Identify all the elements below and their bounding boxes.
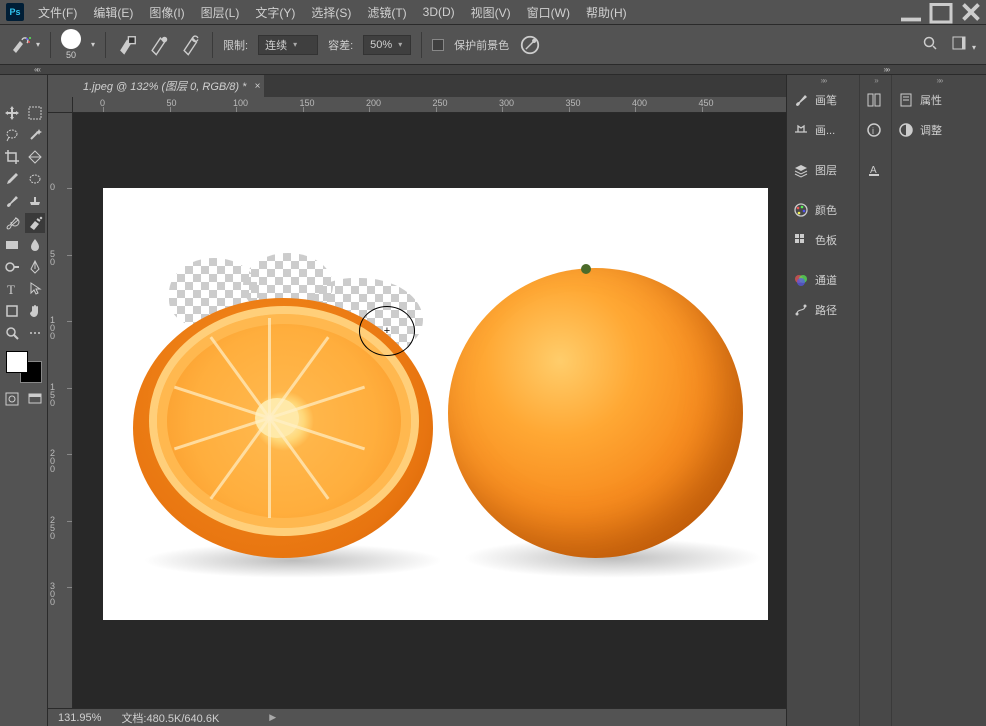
protect-foreground-checkbox[interactable] bbox=[432, 39, 444, 51]
hand-tool[interactable] bbox=[25, 301, 46, 321]
tolerance-label: 容差: bbox=[328, 37, 353, 53]
doc-size-label: 文档: bbox=[121, 713, 146, 725]
panel-color[interactable]: 颜色 bbox=[787, 195, 859, 225]
panel-swatches[interactable]: 色板 bbox=[787, 225, 859, 255]
ruler-origin[interactable] bbox=[48, 97, 73, 113]
history-brush-tool[interactable] bbox=[2, 213, 23, 233]
menu-i[interactable]: 图像(I) bbox=[141, 0, 192, 25]
window-maximize-button[interactable] bbox=[926, 0, 956, 25]
document-tab-bar: 1.jpeg @ 132% (图层 0, RGB/8) * × bbox=[73, 75, 786, 97]
panel-character[interactable]: A bbox=[860, 155, 891, 185]
airbrush-icon[interactable] bbox=[180, 34, 202, 56]
limit-dropdown[interactable]: 连续▾ bbox=[258, 35, 318, 55]
menu-f[interactable]: 文件(F) bbox=[30, 0, 85, 25]
ruler-horizontal[interactable]: 050100150200250300350400450 bbox=[73, 97, 786, 113]
type-tool[interactable]: T bbox=[2, 279, 23, 299]
dodge-tool[interactable] bbox=[2, 257, 23, 277]
status-menu-icon[interactable]: ▶ bbox=[269, 712, 276, 723]
screen-mode-icon[interactable] bbox=[25, 389, 46, 409]
pen-tool[interactable] bbox=[25, 257, 46, 277]
panel-brush-presets[interactable]: 画... bbox=[787, 115, 859, 145]
menu-l[interactable]: 图层(L) bbox=[193, 0, 248, 25]
pressure-size-icon[interactable] bbox=[148, 34, 170, 56]
edit-toolbar-icon[interactable] bbox=[25, 323, 46, 343]
zoom-tool[interactable] bbox=[2, 323, 23, 343]
window-minimize-button[interactable] bbox=[896, 0, 926, 25]
image-content bbox=[448, 268, 743, 558]
blur-tool[interactable] bbox=[25, 235, 46, 255]
gradient-tool[interactable] bbox=[2, 235, 23, 255]
marquee-tool[interactable] bbox=[25, 103, 46, 123]
document-tab[interactable]: 1.jpeg @ 132% (图层 0, RGB/8) * × bbox=[73, 75, 264, 97]
close-tab-icon[interactable]: × bbox=[255, 81, 261, 92]
workspace-switcher-icon[interactable]: ▾ bbox=[952, 36, 976, 53]
shape-tool[interactable] bbox=[2, 301, 23, 321]
doc-size-value: 480.5K/640.6K bbox=[147, 713, 220, 725]
crop-tool[interactable] bbox=[2, 147, 23, 167]
tolerance-input[interactable]: 50%▾ bbox=[363, 35, 411, 55]
protect-foreground-label: 保护前景色 bbox=[454, 37, 509, 53]
foreground-color-swatch[interactable] bbox=[6, 351, 28, 373]
svg-text:i: i bbox=[872, 126, 874, 136]
brush-cursor-icon: + bbox=[359, 306, 415, 356]
color-swatches[interactable] bbox=[6, 351, 42, 383]
brush-panel-toggle-icon[interactable] bbox=[116, 34, 138, 56]
toolbox-collapse-icon[interactable]: «« bbox=[34, 65, 39, 74]
svg-text:A: A bbox=[870, 165, 877, 176]
magic-wand-tool[interactable] bbox=[25, 125, 46, 145]
menu-dd[interactable]: 3D(D) bbox=[415, 1, 463, 23]
path-selection-tool[interactable] bbox=[25, 279, 46, 299]
quick-mask-icon[interactable] bbox=[2, 389, 23, 409]
brush-preset-picker[interactable]: 50 bbox=[61, 29, 81, 60]
limit-label: 限制: bbox=[223, 37, 248, 53]
menu-s[interactable]: 选择(S) bbox=[303, 0, 359, 25]
menu-h[interactable]: 帮助(H) bbox=[578, 0, 635, 25]
panel-brush[interactable]: 画笔 bbox=[787, 85, 859, 115]
menu-w[interactable]: 窗口(W) bbox=[519, 0, 578, 25]
zoom-level[interactable]: 131.95% bbox=[58, 712, 101, 724]
panel-history[interactable] bbox=[860, 85, 891, 115]
work-area: 050100150200250300350400450 050100150200… bbox=[48, 97, 786, 708]
search-icon[interactable] bbox=[922, 35, 938, 54]
menu-bar: Ps 文件(F)编辑(E)图像(I)图层(L)文字(Y)选择(S)滤镜(T)3D… bbox=[0, 0, 986, 25]
app-logo-icon: Ps bbox=[6, 3, 24, 21]
background-eraser-tool[interactable] bbox=[25, 213, 46, 233]
menu-y[interactable]: 文字(Y) bbox=[247, 0, 303, 25]
menu-e[interactable]: 编辑(E) bbox=[85, 0, 141, 25]
toolbox: T bbox=[0, 75, 48, 726]
window-close-button[interactable] bbox=[956, 0, 986, 25]
pressure-opacity-icon[interactable] bbox=[519, 34, 541, 56]
lasso-tool[interactable] bbox=[2, 125, 23, 145]
brush-tool[interactable] bbox=[2, 191, 23, 211]
dock-collapse-icon[interactable]: »» bbox=[884, 65, 889, 74]
panel-properties[interactable]: 属性 bbox=[892, 85, 986, 115]
menu-v[interactable]: 视图(V) bbox=[463, 0, 519, 25]
panel-adjustments[interactable]: 调整 bbox=[892, 115, 986, 145]
panel-info[interactable]: i bbox=[860, 115, 891, 145]
document-canvas[interactable]: + bbox=[103, 188, 768, 620]
patch-tool[interactable] bbox=[25, 169, 46, 189]
status-bar: 131.95% 文档:480.5K/640.6K ▶ bbox=[48, 708, 786, 726]
svg-text:T: T bbox=[7, 282, 15, 297]
options-bar: ▾ 50 ▾ 限制: 连续▾ 容差: 50%▾ 保护前景色 ▾ bbox=[0, 25, 986, 65]
panel-paths[interactable]: 路径 bbox=[787, 295, 859, 325]
panel-collapse-row: «« »» bbox=[0, 65, 986, 75]
panel-channels[interactable]: 通道 bbox=[787, 265, 859, 295]
clone-stamp-tool[interactable] bbox=[25, 191, 46, 211]
right-panel-dock: »»画笔画...图层颜色色板通道路径 »iA »»属性调整 bbox=[786, 75, 986, 726]
move-tool[interactable] bbox=[2, 103, 23, 123]
panel-layers[interactable]: 图层 bbox=[787, 155, 859, 185]
eyedropper-tool[interactable] bbox=[2, 169, 23, 189]
slice-tool[interactable] bbox=[25, 147, 46, 167]
ruler-vertical[interactable]: 050100150200250300 bbox=[48, 113, 73, 708]
tool-preset-picker[interactable]: ▾ bbox=[10, 36, 40, 54]
menu-t[interactable]: 滤镜(T) bbox=[359, 0, 414, 25]
